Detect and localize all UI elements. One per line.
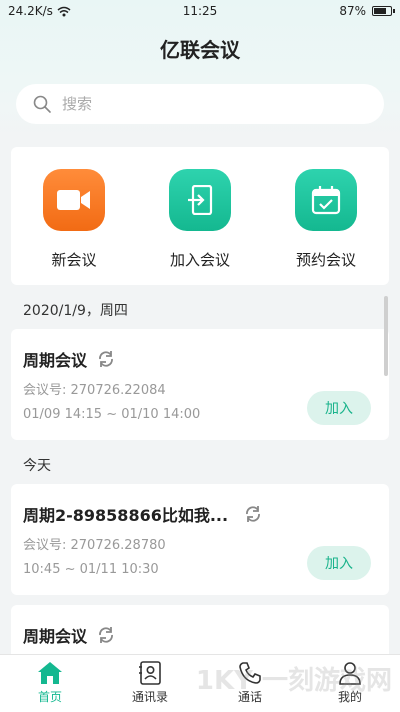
recurring-icon: [246, 506, 260, 522]
meeting-title: 周期2-89858866比如我...: [23, 506, 229, 525]
meeting-number: 会议号: 270726.22084: [23, 383, 166, 398]
meeting-title: 周期会议: [23, 351, 88, 370]
meeting-card[interactable]: 周期会议 会议号: 270726.22084 01/09 14:15 ~ 01/…: [11, 329, 389, 440]
meeting-title-row: 周期会议: [23, 347, 115, 371]
page-title: 亿联会议: [160, 38, 240, 62]
tab-calls-label: 通话: [237, 690, 262, 704]
recurring-icon: [99, 627, 113, 643]
user-icon: [339, 662, 361, 685]
section-date-header: 2020/1/9，周四: [23, 303, 128, 319]
status-bar: 24.2K/s 11:25 87%: [0, 0, 400, 22]
tab-contacts-label: 通讯录: [131, 690, 168, 704]
join-meeting-label: 加入会议: [169, 251, 230, 269]
new-meeting-label: 新会议: [51, 251, 97, 269]
scrollbar[interactable]: [384, 296, 388, 376]
tab-profile[interactable]: 我的: [305, 655, 395, 712]
meeting-title: 周期会议: [23, 627, 88, 646]
tab-calls[interactable]: 通话: [205, 655, 295, 712]
meeting-time: 01/09 14:15 ~ 01/10 14:00: [23, 407, 201, 422]
tab-home[interactable]: 首页: [5, 655, 95, 712]
search-icon: [33, 95, 51, 113]
video-camera-icon: [43, 169, 105, 231]
battery-percent: 87%: [339, 4, 366, 18]
calendar-check-icon: [295, 169, 357, 231]
new-meeting-button[interactable]: 新会议: [19, 169, 129, 270]
schedule-meeting-label: 预约会议: [295, 251, 356, 269]
home-icon: [38, 662, 62, 684]
section-today-header: 今天: [23, 458, 51, 474]
tab-home-label: 首页: [37, 690, 62, 704]
battery-icon: [372, 6, 395, 16]
meeting-title-row: 周期会议: [23, 623, 115, 647]
bottom-tab-bar: 首页 通讯录 通话 我的: [0, 654, 400, 712]
join-meeting-button[interactable]: 加入会议: [145, 169, 255, 270]
meeting-time: 10:45 ~ 01/11 10:30: [23, 562, 159, 577]
quick-actions-panel: 新会议 加入会议 预约会议: [11, 147, 389, 285]
tab-contacts[interactable]: 通讯录: [105, 655, 195, 712]
meeting-card[interactable]: 周期2-89858866比如我... 会议号: 270726.28780 10:…: [11, 484, 389, 595]
status-right: 87%: [339, 4, 395, 18]
contacts-icon: [139, 661, 161, 685]
schedule-meeting-button[interactable]: 预约会议: [271, 169, 381, 270]
enter-door-icon: [169, 169, 231, 231]
search-input[interactable]: [60, 94, 364, 114]
recurring-icon: [99, 351, 113, 367]
tab-profile-label: 我的: [337, 690, 362, 704]
join-button[interactable]: 加入: [307, 546, 371, 580]
search-bar[interactable]: [16, 84, 384, 124]
meeting-number: 会议号: 270726.28780: [23, 538, 166, 553]
meeting-title-row: 周期2-89858866比如我...: [23, 502, 262, 526]
join-button[interactable]: 加入: [307, 391, 371, 425]
phone-icon: [239, 662, 261, 684]
